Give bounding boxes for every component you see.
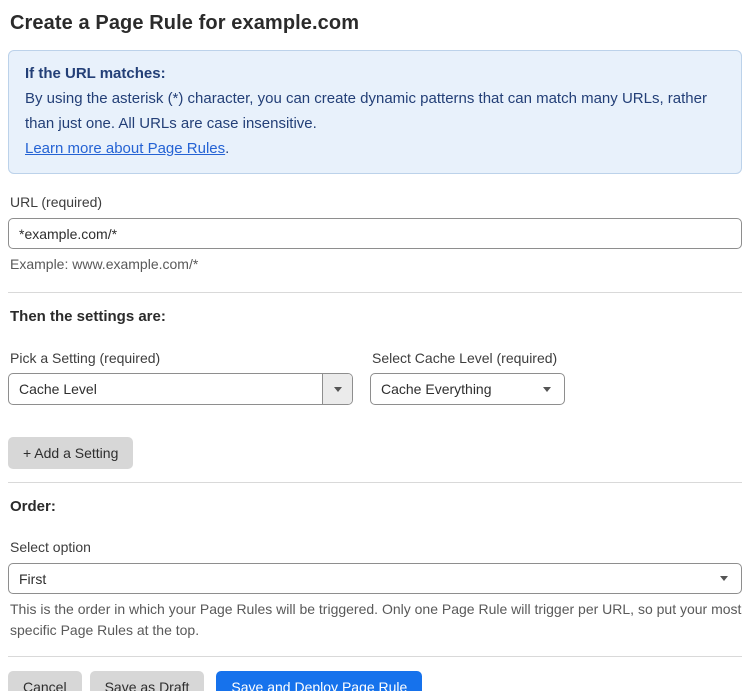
setting-picker-label: Pick a Setting (required) <box>10 350 161 366</box>
divider <box>8 292 742 293</box>
caret-wrap <box>530 374 564 404</box>
url-input[interactable] <box>8 218 742 249</box>
chevron-down-icon <box>333 386 342 392</box>
order-select-label: Select option <box>10 539 91 555</box>
cache-level-label: Select Cache Level (required) <box>372 350 558 366</box>
info-box-body: By using the asterisk (*) character, you… <box>25 90 707 132</box>
url-match-info-box: If the URL matches: By using the asteris… <box>8 50 742 174</box>
setting-picker-arrow-button[interactable] <box>322 374 352 404</box>
cache-level-value: Cache Everything <box>381 381 492 397</box>
url-field-label: URL (required) <box>10 194 103 210</box>
settings-section-heading: Then the settings are: <box>10 308 166 325</box>
order-select[interactable]: First <box>8 563 742 594</box>
divider <box>8 482 742 483</box>
cache-level-select[interactable]: Cache Everything <box>370 373 565 405</box>
order-helper-text: This is the order in which your Page Rul… <box>10 601 742 638</box>
setting-picker-group: Pick a Setting (required) Cache Level <box>8 350 353 405</box>
divider <box>8 656 742 657</box>
order-select-value: First <box>19 570 47 587</box>
link-suffix: . <box>225 140 230 157</box>
url-example-helper: Example: www.example.com/* <box>10 256 199 272</box>
caret-wrap <box>707 564 741 593</box>
info-box-heading: If the URL matches: <box>25 65 166 82</box>
chevron-down-icon <box>543 386 551 392</box>
page-title: Create a Page Rule for example.com <box>10 12 360 34</box>
learn-more-link[interactable]: Learn more about Page Rules <box>25 140 225 157</box>
setting-picker-value: Cache Level <box>19 381 97 397</box>
chevron-down-icon <box>720 576 728 581</box>
order-section-heading: Order: <box>10 498 56 515</box>
save-as-draft-button[interactable]: Save as Draft <box>89 671 205 691</box>
page-rule-form: Create a Page Rule for example.com If th… <box>0 0 750 691</box>
actions-row: Cancel Save as Draft Save and Deploy Pag… <box>8 671 742 691</box>
save-and-deploy-button[interactable]: Save and Deploy Page Rule <box>216 671 423 691</box>
add-setting-button[interactable]: + Add a Setting <box>8 437 134 469</box>
setting-picker-select[interactable]: Cache Level <box>8 373 353 405</box>
cancel-button[interactable]: Cancel <box>8 671 82 691</box>
info-box-link-line: Learn more about Page Rules. <box>25 136 725 161</box>
cache-level-group: Select Cache Level (required) Cache Ever… <box>370 350 565 405</box>
settings-row: Pick a Setting (required) Cache Level Se… <box>8 350 742 405</box>
